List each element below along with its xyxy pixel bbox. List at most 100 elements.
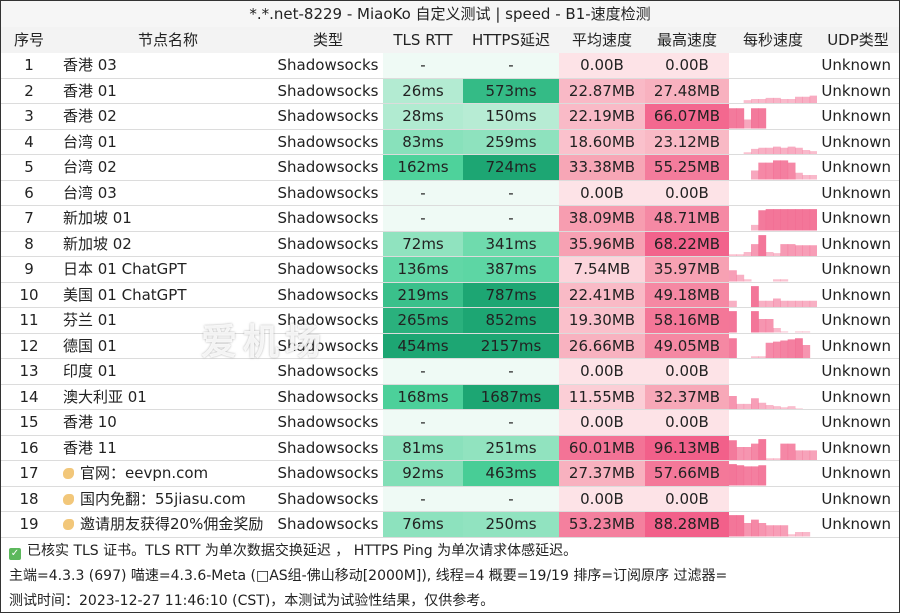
cell-avg-speed: 0.00B	[559, 359, 645, 384]
sparkline-bar	[743, 523, 752, 537]
cell-avg-speed: 18.60MB	[559, 129, 645, 154]
cell-type: Shadowsocks	[277, 107, 379, 125]
header-https-latency[interactable]: HTTPS延迟	[463, 27, 559, 53]
table-row[interactable]: 11 芬兰 01 Shadowsocks 265ms 852ms 19.30MB 58.16…	[1, 308, 899, 334]
table-row[interactable]: 7 新加坡 01 Shadowsocks - -38.09MB 48.71MB Unknow…	[1, 206, 899, 232]
cell-tls-rtt: 26ms	[383, 78, 463, 103]
cell-udp-type: Unknown	[821, 132, 891, 151]
cell-https-latency: 250ms	[463, 512, 559, 537]
table-row[interactable]: 19 邀请朋友获得20%佣金奖励 Shadowsocks 76ms 250ms 53.23…	[1, 512, 899, 538]
cell-speed-sparkline	[729, 232, 817, 256]
table-row[interactable]: 17 官网：eevpn.com Shadowsocks 92ms 463ms 27.37M…	[1, 461, 899, 487]
cell-index: 13	[19, 362, 39, 380]
header-node-name[interactable]: 节点名称	[57, 27, 273, 53]
sparkline-bar	[751, 108, 759, 129]
cell-index: 9	[24, 260, 34, 278]
sparkline-bar	[795, 147, 803, 154]
sparkline-bar	[773, 341, 781, 358]
sparkline-bar	[736, 403, 745, 409]
header-type[interactable]: 类型	[273, 27, 383, 53]
table-row[interactable]: 15 香港 10 Shadowsocks - -0.00B 0.00B Unknown	[1, 410, 899, 436]
cell-max-speed: 0.00B	[645, 53, 729, 78]
table-row[interactable]: 9 日本 01 ChatGPT Shadowsocks 136ms 387ms 7.54M…	[1, 257, 899, 283]
node-name-text: 香港 10	[63, 413, 117, 431]
table-row[interactable]: 12 德国 01 Shadowsocks 454ms 2157ms 26.66MB 49.0…	[1, 333, 899, 359]
node-name-text: 新加坡 02	[63, 234, 132, 253]
table-row[interactable]: 16 香港 11 Shadowsocks 81ms 251ms 60.01MB 96.13M…	[1, 435, 899, 461]
node-name-text: 香港 02	[63, 107, 117, 125]
cell-node-name: 国内免翻：55jiasu.com	[57, 487, 273, 512]
sparkline-bar	[758, 438, 767, 460]
sparkline-bar	[765, 162, 774, 180]
cell-index: 10	[19, 285, 39, 304]
table-row[interactable]: 5 台湾 02 Shadowsocks 162ms 724ms 33.38MB 55.25M…	[1, 155, 899, 181]
sparkline-bar	[751, 98, 759, 103]
header-tls-rtt[interactable]: TLS RTT	[383, 27, 463, 53]
sparkline-bar	[736, 253, 745, 256]
cell-node-name: 德国 01	[57, 334, 273, 359]
sparkline-bar	[787, 146, 796, 154]
cell-node-name: 官网：eevpn.com	[57, 461, 273, 486]
sparkline-chart	[729, 487, 817, 512]
cell-udp-type: Unknown	[821, 464, 891, 482]
table-row[interactable]: 3 香港 02 Shadowsocks 28ms 150ms 22.19MB 66.07MB…	[1, 104, 899, 130]
sparkline-bar	[795, 532, 803, 537]
table-row[interactable]: 8 新加坡 02 Shadowsocks 72ms 341ms 35.96MB 68.22M…	[1, 231, 899, 257]
sparkline-bar	[743, 99, 752, 103]
sparkline-bar	[765, 525, 774, 537]
sparkline-chart	[729, 337, 811, 358]
table-row[interactable]: 6 台湾 03 Shadowsocks - -0.00B 0.00B Unknown	[1, 180, 899, 206]
sparkline-bar	[729, 253, 737, 256]
cell-tls-rtt: -	[383, 359, 463, 384]
table-row[interactable]: 1 香港 03 Shadowsocks - -0.00B 0.00B Unknown	[1, 53, 899, 79]
header-index[interactable]: 序号	[1, 27, 57, 53]
sparkline-bar	[743, 119, 752, 129]
cell-tls-rtt: 81ms	[383, 435, 463, 460]
table-row[interactable]: 18 国内免翻：55jiasu.com Shadowsocks - -0.00B 0.00…	[1, 486, 899, 512]
sparkline-bar	[795, 449, 803, 460]
cell-node-name: 芬兰 01	[57, 308, 273, 333]
sparkline-bar	[780, 406, 789, 409]
table-row[interactable]: 2 香港 01 Shadowsocks 26ms 573ms 22.87MB 27.48MB…	[1, 78, 899, 104]
node-name-text: 德国 01	[63, 336, 117, 355]
node-name-text: 台湾 02	[63, 158, 117, 176]
sparkline-chart	[751, 160, 817, 180]
cell-max-speed: 48.71MB	[645, 206, 729, 231]
table-row[interactable]: 4 台湾 01 Shadowsocks 83ms 259ms 18.60MB 23.12MB…	[1, 129, 899, 155]
header-max-speed[interactable]: 最高速度	[645, 27, 729, 53]
cell-index: 16	[19, 438, 39, 457]
cell-speed-sparkline	[729, 257, 817, 282]
cell-max-speed: 32.37MB	[645, 384, 729, 409]
table-row[interactable]: 13 印度 01 Shadowsocks - -0.00B 0.00B Unknown	[1, 359, 899, 385]
table-row[interactable]: 10 美国 01 ChatGPT Shadowsocks 219ms 787ms 22.4…	[1, 282, 899, 308]
sparkline-bar	[751, 285, 759, 307]
sparkline-chart	[729, 359, 817, 384]
cell-https-latency: 573ms	[463, 78, 559, 103]
sparkline-bar	[802, 149, 811, 154]
sparkline-bar	[729, 439, 737, 460]
cell-node-name: 澳大利亚 01	[57, 385, 273, 410]
cell-index: 11	[19, 311, 39, 329]
header-avg-speed[interactable]: 平均速度	[559, 27, 645, 53]
node-name-text: 官网：eevpn.com	[80, 464, 209, 482]
sparkline-bar	[787, 405, 796, 409]
cell-tls-rtt: 162ms	[383, 155, 463, 180]
sparkline-bar	[802, 175, 811, 180]
cell-type: Shadowsocks	[277, 438, 379, 457]
header-udp-type[interactable]: UDP类型	[817, 27, 899, 53]
cell-speed-sparkline	[729, 385, 817, 409]
cell-speed-sparkline	[729, 130, 817, 154]
sparkline-bar	[773, 279, 781, 282]
pointing-hand-icon	[63, 468, 74, 479]
sparkline-bar	[795, 300, 803, 307]
header-per-second-speed[interactable]: 每秒速度	[729, 27, 817, 53]
node-name-text: 台湾 03	[63, 183, 117, 202]
cell-tls-rtt: 265ms	[383, 308, 463, 333]
cell-udp-type: Unknown	[821, 489, 891, 508]
sparkline-chart	[729, 311, 811, 333]
sparkline-bar	[758, 402, 767, 409]
cell-avg-speed: 27.37MB	[559, 461, 645, 486]
table-row[interactable]: 14 澳大利亚 01 Shadowsocks 168ms 1687ms 11.55MB 32…	[1, 384, 899, 410]
sparkline-bar	[729, 464, 737, 486]
cell-https-latency: 852ms	[463, 308, 559, 333]
